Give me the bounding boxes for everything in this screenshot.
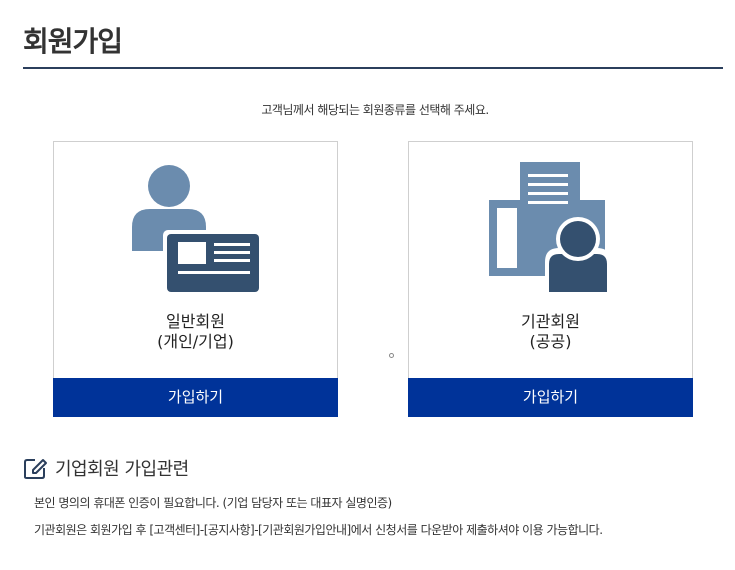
join-institution-button[interactable]: 가입하기 xyxy=(408,378,693,417)
note-institution-apply: 기관회원은 회원가입 후 [고객센터]-[공지사항]-[기관회원가입안내]에서 … xyxy=(34,523,603,537)
join-general-button[interactable]: 가입하기 xyxy=(53,378,338,417)
section-heading-text: 기업회원 가입관련 xyxy=(55,459,189,480)
card-institution-name: 기관회원 (공공) xyxy=(521,312,580,351)
card-general-name: 일반회원 (개인/기업) xyxy=(157,312,234,351)
card-institution-member[interactable]: 기관회원 (공공) 가입하기 xyxy=(408,141,693,417)
note-phone-auth: 본인 명의의 휴대폰 인증이 필요합니다. (기업 담당자 또는 대표자 실명인… xyxy=(34,496,392,510)
bullet-dot xyxy=(389,353,394,358)
section-heading: 기업회원 가입관련 xyxy=(23,456,189,480)
title-divider xyxy=(23,67,723,69)
edit-icon xyxy=(24,459,47,479)
card-general-member[interactable]: 일반회원 (개인/기업) 가입하기 xyxy=(53,141,338,417)
person-id-card-icon xyxy=(132,165,263,293)
page-title: 회원가입 xyxy=(23,25,123,58)
intro-text: 고객님께서 해당되는 회원종류를 선택해 주세요. xyxy=(261,103,489,117)
building-person-icon xyxy=(489,162,611,294)
